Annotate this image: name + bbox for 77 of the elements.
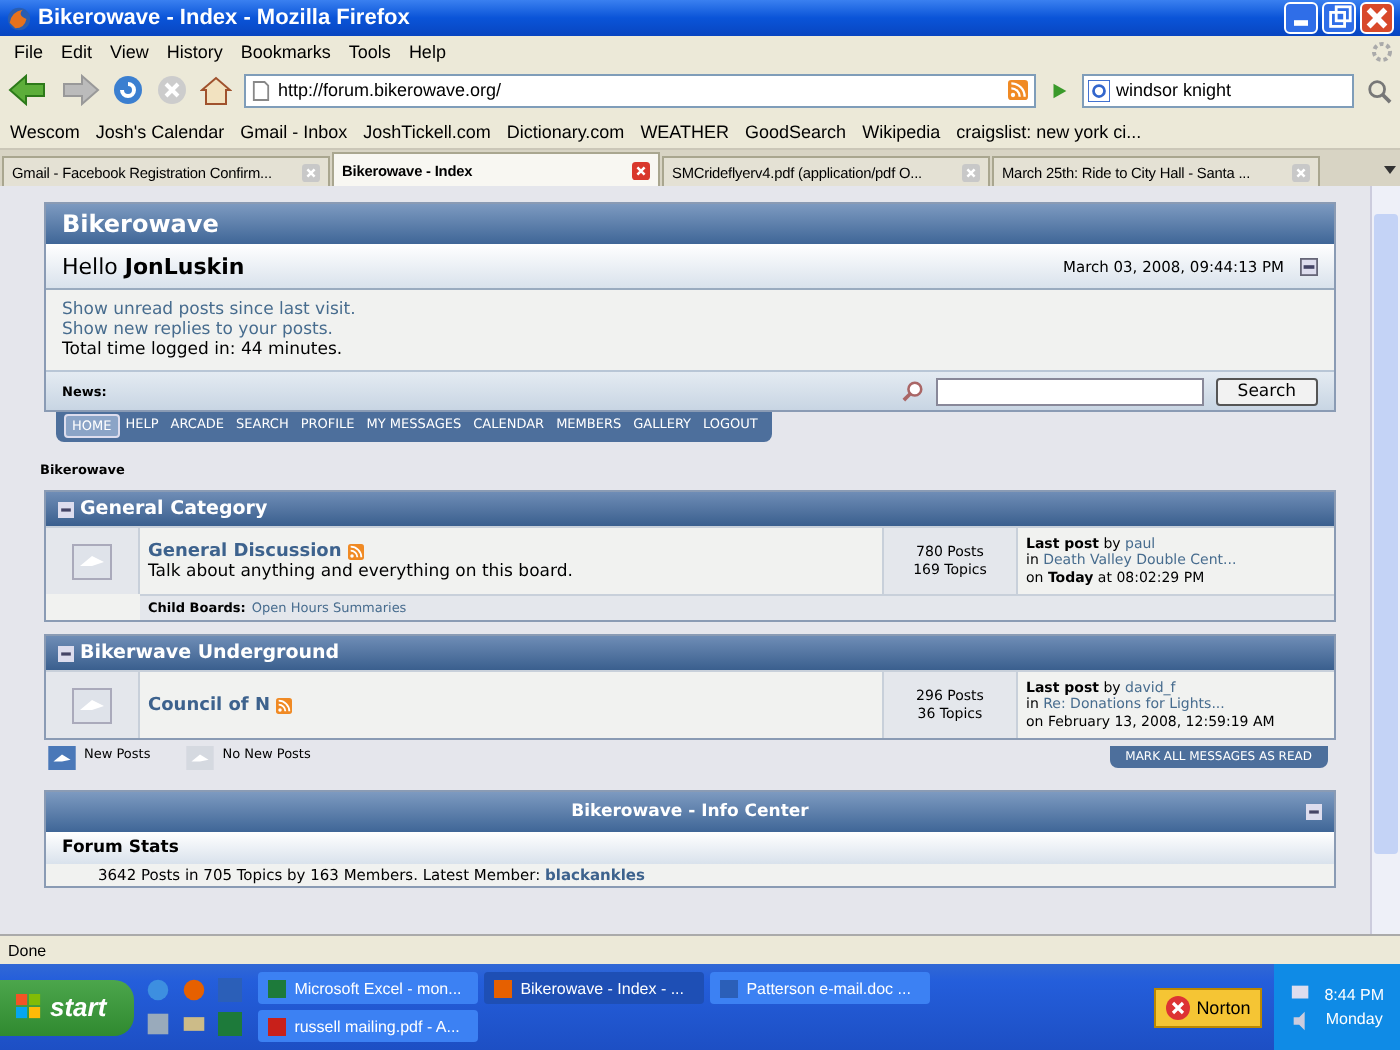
close-tab-icon[interactable] <box>632 161 650 179</box>
bookmark-item[interactable]: craigslist: new york ci... <box>956 121 1142 141</box>
search-engine-icon[interactable] <box>1088 79 1110 101</box>
collapse-icon[interactable] <box>1306 804 1322 820</box>
forum-title: Bikerowave <box>62 210 219 238</box>
rss-icon[interactable] <box>347 543 364 559</box>
network-icon[interactable] <box>1290 982 1313 1004</box>
rss-icon[interactable] <box>1008 80 1028 100</box>
page-icon <box>252 79 270 101</box>
forum-link[interactable]: Show new replies to your posts. <box>62 320 1318 340</box>
board-description: Talk about anything and everything on this board. <box>148 561 575 581</box>
collapse-icon[interactable] <box>58 645 74 661</box>
menu-item[interactable]: Tools <box>340 41 399 61</box>
forum-stats-heading: Forum Stats <box>46 832 1334 864</box>
home-icon[interactable] <box>200 74 232 106</box>
start-button[interactable]: start <box>0 979 135 1035</box>
restore-button[interactable] <box>1322 2 1356 34</box>
board-status-icon <box>72 543 112 579</box>
taskbar-button[interactable]: russell mailing.pdf - A... <box>258 1010 479 1042</box>
collapse-icon[interactable] <box>58 501 74 517</box>
forum-search-field[interactable] <box>935 377 1204 405</box>
stop-icon[interactable] <box>156 74 188 106</box>
bookmark-item[interactable]: Gmail - Inbox <box>240 121 348 141</box>
bookmark-item[interactable]: Wescom <box>10 121 80 141</box>
address-bar[interactable]: http://forum.bikerowave.org/ <box>244 73 1036 107</box>
minimize-button[interactable] <box>1284 2 1318 34</box>
category-title: Bikerwave Underground <box>80 642 340 664</box>
norton-button[interactable]: Norton <box>1154 987 1263 1027</box>
clock-time: 8:44 PM <box>1324 986 1384 1004</box>
taskbar-button[interactable]: Microsoft Excel - mon... <box>258 972 479 1004</box>
back-arrow-icon[interactable] <box>8 74 48 106</box>
search-button[interactable]: Search <box>1215 377 1318 405</box>
menu-item[interactable]: History <box>158 41 231 61</box>
bookmark-item[interactable]: WEATHER <box>640 121 730 141</box>
board-status-icon <box>72 687 112 723</box>
forum-link[interactable]: Show unread posts since last visit. <box>62 300 1318 320</box>
taskbar-button[interactable]: Bikerowave - Index - ... <box>484 972 705 1004</box>
reload-icon[interactable] <box>112 74 144 106</box>
x-circle-icon <box>1166 995 1191 1019</box>
scrollbar[interactable] <box>1370 186 1400 934</box>
info-center-title: Bikerowave - Info Center <box>571 802 809 822</box>
menu-item[interactable]: Bookmarks <box>232 41 339 61</box>
throbber-icon <box>1370 39 1394 63</box>
rss-icon[interactable] <box>276 697 293 713</box>
window-title: Bikerowave - Index - Mozilla Firefox <box>38 6 412 30</box>
forward-arrow-icon[interactable] <box>60 74 100 106</box>
menu-item[interactable]: Edit <box>53 41 101 61</box>
close-button[interactable] <box>1360 2 1394 34</box>
close-icon <box>1362 4 1392 32</box>
search-icon <box>901 380 924 402</box>
new-posts-icon <box>48 746 76 770</box>
browser-logo-icon <box>6 5 32 31</box>
clock-day: Monday <box>1325 1010 1383 1028</box>
restore-icon <box>1324 4 1354 32</box>
no-new-posts-icon <box>186 746 215 770</box>
collapse-icon[interactable] <box>1300 257 1318 275</box>
go-icon[interactable] <box>1048 79 1070 101</box>
search-icon[interactable] <box>1366 77 1392 103</box>
web-search-field[interactable]: windsor knight <box>1082 73 1354 107</box>
taskbar-button[interactable]: Patterson e-mail.doc ... <box>710 972 931 1004</box>
board-link[interactable]: General Discussion <box>148 541 342 561</box>
menu-item[interactable]: View <box>102 41 157 61</box>
tab-list-icon[interactable] <box>1382 162 1398 178</box>
logo-icon <box>16 994 42 1020</box>
bookmark-item[interactable]: Wikipedia <box>862 121 941 141</box>
minimize-icon <box>1294 20 1308 26</box>
board-link[interactable]: Council of N <box>148 695 271 715</box>
logged-time-text: Total time logged in: 44 minutes. <box>62 340 345 360</box>
bookmark-item[interactable]: Josh's Calendar <box>95 121 225 141</box>
bookmark-item[interactable]: Dictionary.com <box>506 121 625 141</box>
status-text: Done <box>8 941 47 959</box>
bookmark-item[interactable]: GoodSearch <box>745 121 847 141</box>
menu-item[interactable]: Help <box>400 41 454 61</box>
category-title: General Category <box>80 498 268 520</box>
menu-item[interactable]: File <box>6 41 52 61</box>
greeting-text: Hello JonLuskin <box>62 253 247 279</box>
bookmark-item[interactable]: JoshTickell.com <box>363 121 491 141</box>
